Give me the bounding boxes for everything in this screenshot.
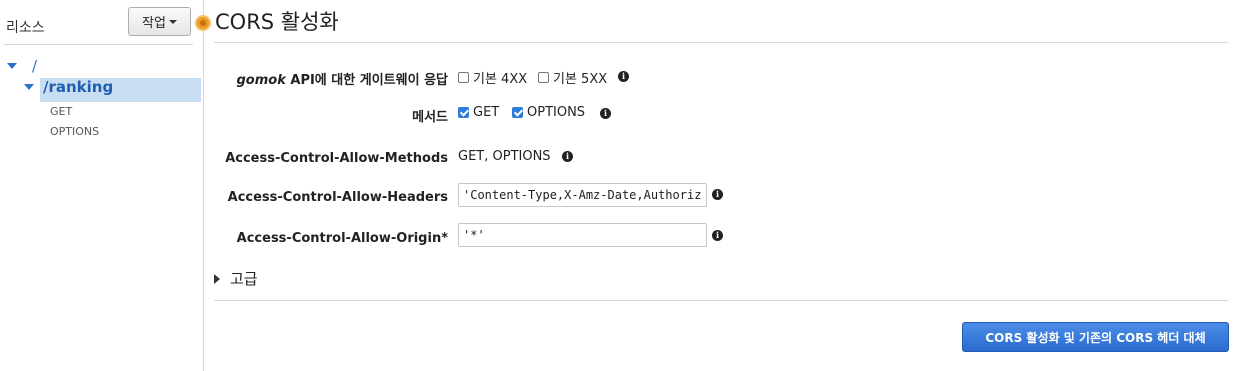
info-icon[interactable]: i (712, 189, 723, 200)
allow-headers-label: Access-Control-Allow-Headers (227, 190, 448, 205)
triangle-right-icon[interactable] (214, 273, 220, 284)
tree-method-get[interactable]: GET (50, 105, 72, 118)
default-5xx-checkbox[interactable] (538, 72, 549, 83)
tree-method-options[interactable]: OPTIONS (50, 125, 99, 138)
expand-down-icon[interactable] (24, 84, 34, 90)
default-5xx-label: 기본 5XX (553, 72, 608, 87)
actions-button[interactable]: 작업 (128, 7, 191, 36)
page-title: CORS 활성화 (215, 10, 339, 34)
resources-sidebar: 리소스 작업 / /ranking GET OPTIONS (0, 0, 204, 371)
advanced-label: 고급 (230, 270, 258, 288)
tree-item-ranking-label: /ranking (43, 78, 114, 96)
info-icon[interactable]: i (562, 151, 573, 162)
info-icon[interactable]: i (712, 230, 723, 241)
method-options-checkbox[interactable] (512, 107, 523, 118)
status-dot-icon (195, 15, 211, 31)
allow-methods-label: Access-Control-Allow-Methods (225, 151, 448, 166)
allow-origin-input[interactable] (458, 223, 707, 247)
allow-origin-label: Access-Control-Allow-Origin* (236, 231, 448, 246)
method-get-option[interactable]: GET (458, 105, 499, 120)
allow-headers-input[interactable] (458, 183, 707, 207)
allow-methods-value: GET, OPTIONS (458, 149, 551, 164)
method-options-label: OPTIONS (527, 105, 586, 120)
gateway-responses-label-text: API에 대한 게이트웨이 응답 (285, 73, 448, 88)
tree-item-ranking[interactable]: /ranking (24, 78, 113, 96)
actions-button-label: 작업 (142, 16, 166, 31)
info-icon[interactable]: i (618, 71, 629, 82)
default-5xx-option[interactable]: 기본 5XX (538, 68, 607, 87)
method-get-label: GET (473, 105, 500, 120)
api-name: gomok (236, 73, 286, 88)
enable-cors-button[interactable]: CORS 활성화 및 기존의 CORS 헤더 대체 (962, 322, 1229, 352)
methods-label: 메서드 (412, 110, 448, 125)
advanced-toggle[interactable]: 고급 (214, 268, 258, 289)
method-get-checkbox[interactable] (458, 107, 469, 118)
default-4xx-label: 기본 4XX (473, 72, 528, 87)
sidebar-divider (4, 44, 193, 45)
expand-down-icon[interactable] (7, 63, 17, 69)
caret-down-icon (168, 19, 177, 24)
default-4xx-checkbox[interactable] (458, 72, 469, 83)
tree-item-root[interactable]: / (7, 57, 37, 75)
method-options-option[interactable]: OPTIONS (512, 105, 585, 120)
gateway-responses-label: gomok API에 대한 게이트웨이 응답 (237, 69, 449, 88)
default-4xx-option[interactable]: 기본 4XX (458, 68, 527, 87)
advanced-divider (214, 300, 1228, 301)
sidebar-title: 리소스 (6, 20, 45, 36)
title-divider (214, 42, 1228, 43)
tree-item-root-label: / (32, 57, 38, 75)
info-icon[interactable]: i (600, 108, 611, 119)
